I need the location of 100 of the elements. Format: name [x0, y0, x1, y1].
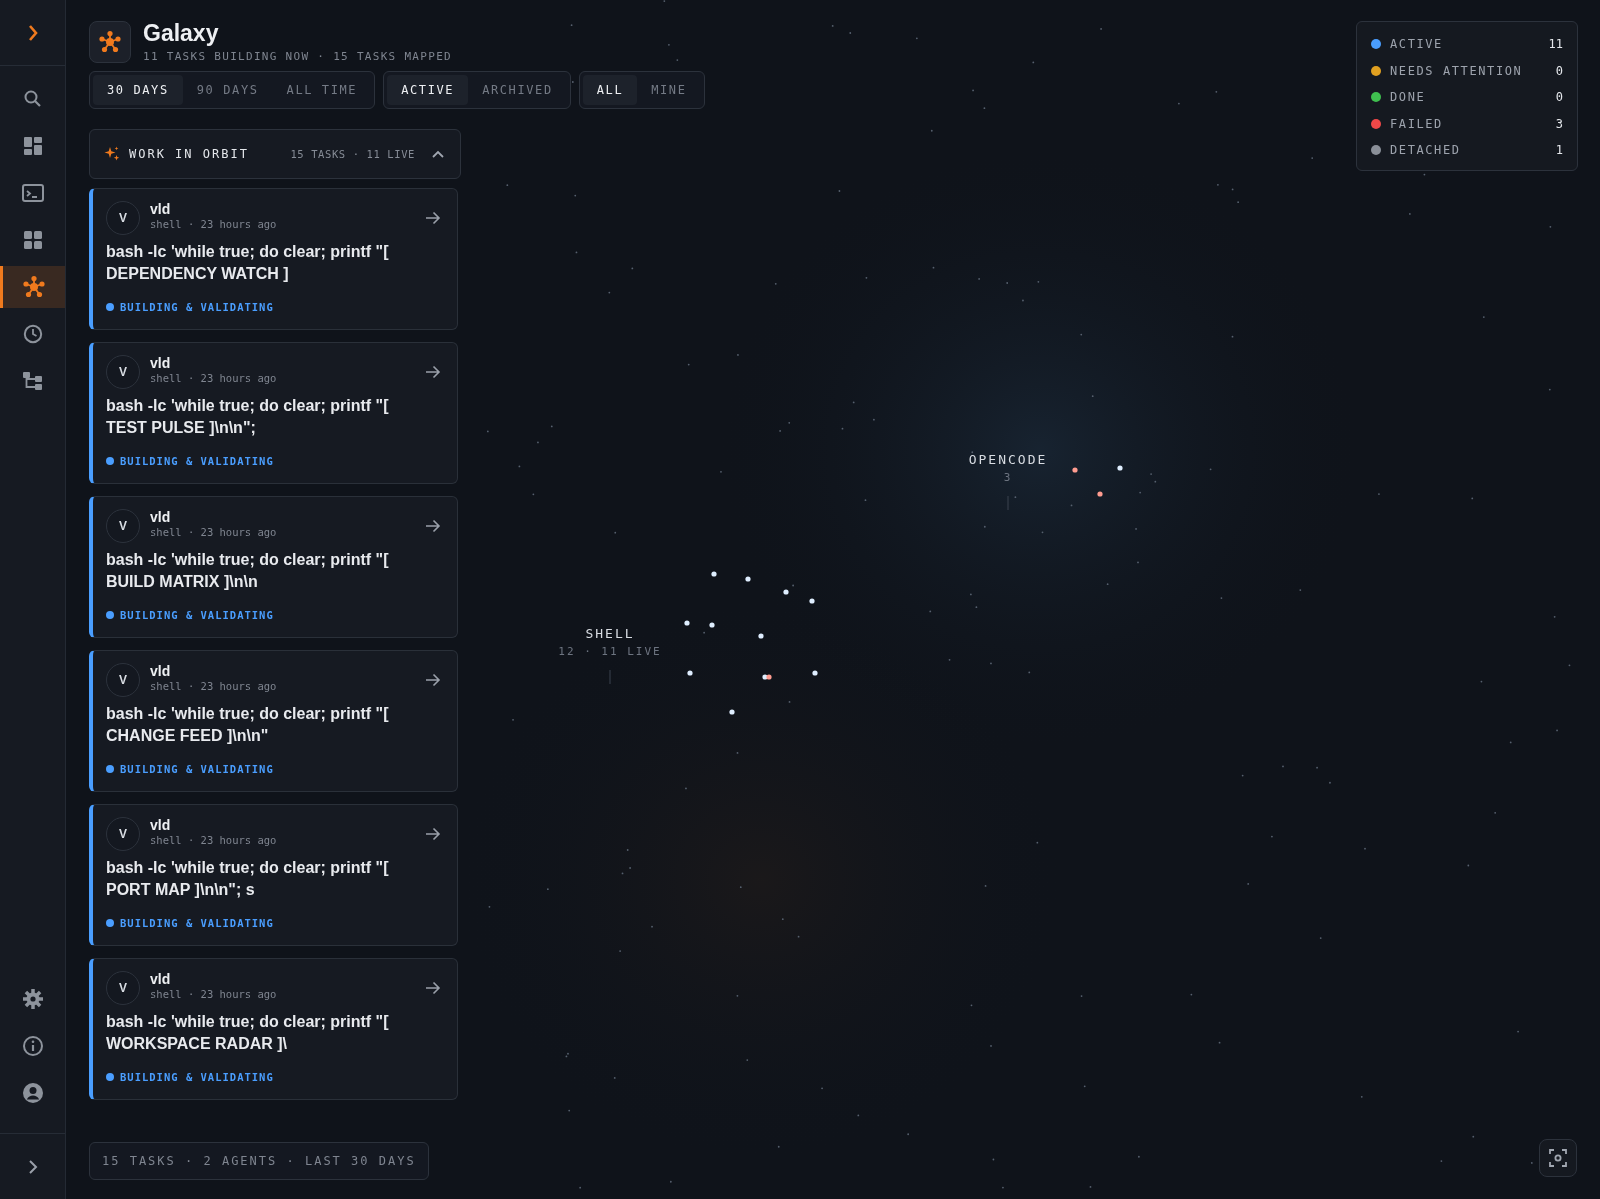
- status-label: BUILDING & VALIDATING: [120, 917, 274, 929]
- terminal-icon: [21, 183, 44, 203]
- status-label: BUILDING & VALIDATING: [120, 1071, 274, 1083]
- settings-icon: [21, 988, 44, 1010]
- task-command: bash -lc 'while true; do clear; printf "[ DEPENDENCY WATCH ]: [106, 242, 390, 284]
- status-dot: [106, 765, 114, 773]
- status-dot: [106, 611, 114, 619]
- task-command: bash -lc 'while true; do clear; printf "[ BUILD MATRIX ]\n\n: [106, 550, 390, 592]
- legend-count: 3: [1555, 116, 1563, 131]
- status-label: BUILDING & VALIDATING: [120, 609, 274, 621]
- sparkle-icon: [104, 146, 120, 162]
- summary-pill: 15 TASKS · 2 AGENTS · LAST 30 DAYS: [89, 1142, 429, 1180]
- cluster-name: SHELL: [585, 626, 635, 641]
- chevron-icon[interactable]: [432, 150, 444, 158]
- expand-icon[interactable]: [26, 23, 39, 42]
- tree-icon: [21, 371, 44, 391]
- task-node[interactable]: [1097, 491, 1103, 497]
- network-icon: [22, 275, 46, 299]
- status-label: BUILDING & VALIDATING: [120, 455, 274, 467]
- info-icon: [21, 1035, 44, 1057]
- user-name: vld: [150, 200, 172, 217]
- legend-count: 0: [1555, 63, 1563, 78]
- orbit-header[interactable]: WORK IN ORBIT 15 TASKS · 11 LIVE: [89, 129, 461, 179]
- task-meta: shell · 23 hours ago: [150, 833, 277, 846]
- legend-count: 0: [1555, 90, 1563, 105]
- arrow-icon[interactable]: [425, 365, 441, 379]
- cluster-caption: 3: [1003, 471, 1013, 484]
- task-node[interactable]: [758, 633, 764, 639]
- filter-tab[interactable]: MINE: [637, 75, 701, 105]
- task-node[interactable]: [729, 709, 735, 715]
- filter-tab[interactable]: ALL TIME: [272, 75, 372, 105]
- task-command: bash -lc 'while true; do clear; printf "[ WORKSPACE RADAR ]\: [106, 1012, 390, 1054]
- task-node[interactable]: [1117, 465, 1123, 471]
- galaxy-nav-item[interactable]: [0, 266, 65, 308]
- search-icon: [22, 89, 43, 109]
- legend-label: DETACHED: [1390, 143, 1461, 158]
- status-label: BUILDING & VALIDATING: [120, 301, 274, 313]
- task-node[interactable]: [684, 620, 690, 626]
- collapse-icon[interactable]: [27, 1158, 38, 1175]
- task-node[interactable]: [711, 571, 717, 577]
- status-dot: [106, 457, 114, 465]
- focus-icon: [1549, 1149, 1567, 1167]
- account-icon: [21, 1082, 44, 1104]
- section-summary: 15 TASKS · 11 LIVE: [290, 148, 415, 160]
- avatar: V: [106, 817, 140, 851]
- avatar: V: [106, 355, 140, 389]
- page-subtitle: 11 TASKS BUILDING NOW · 15 TASKS MAPPED: [143, 49, 452, 63]
- task-node[interactable]: [762, 674, 768, 680]
- arrow-icon[interactable]: [425, 673, 441, 687]
- task-node[interactable]: [687, 670, 693, 676]
- status-dot: [106, 919, 114, 927]
- task-node[interactable]: [766, 674, 772, 680]
- task-command: bash -lc 'while true; do clear; printf "[ CHANGE FEED ]\n\n": [106, 704, 390, 746]
- task-node[interactable]: [812, 670, 818, 676]
- task-card[interactable]: V vld shell · 23 hours ago bash -lc 'while true; do clear; printf "[ PORT MAP ]\n\n"; s BUILDING & VALIDATING: [89, 804, 458, 946]
- task-meta: shell · 23 hours ago: [150, 371, 277, 384]
- recenter-button[interactable]: [1539, 1139, 1577, 1177]
- arrow-icon[interactable]: [425, 981, 441, 995]
- task-command: bash -lc 'while true; do clear; printf "[ TEST PULSE ]\n\n";: [106, 396, 390, 438]
- status-label: BUILDING & VALIDATING: [120, 763, 274, 775]
- avatar: V: [106, 201, 140, 235]
- filter-tab[interactable]: 30 DAYS: [93, 75, 183, 105]
- cluster-caption: 12 · 11 LIVE: [558, 645, 662, 658]
- task-card[interactable]: V vld shell · 23 hours ago bash -lc 'while true; do clear; printf "[ WORKSPACE RADAR ]\ BUILDING & VALIDATING: [89, 958, 458, 1100]
- arrow-icon[interactable]: [425, 519, 441, 533]
- legend-label: DONE: [1390, 90, 1426, 105]
- legend-label: FAILED: [1390, 116, 1443, 131]
- user-name: vld: [150, 662, 172, 679]
- galaxy-logo-icon: [89, 21, 131, 63]
- filter-tab[interactable]: ALL: [582, 75, 638, 105]
- filter-tab[interactable]: 90 DAYS: [182, 75, 273, 105]
- cluster-name: OPENCODE: [968, 452, 1048, 467]
- user-name: vld: [150, 354, 172, 371]
- arrow-icon[interactable]: [425, 827, 441, 841]
- user-name: vld: [150, 970, 172, 987]
- filter-tab[interactable]: ACTIVE: [387, 75, 469, 105]
- user-name: vld: [150, 508, 172, 525]
- arrow-icon[interactable]: [425, 211, 441, 225]
- legend-count: 11: [1548, 37, 1563, 52]
- task-card[interactable]: V vld shell · 23 hours ago bash -lc 'while true; do clear; printf "[ BUILD MATRIX ]\n\n BUILDING & VALIDATING: [89, 496, 458, 638]
- legend-label: ACTIVE: [1390, 37, 1443, 52]
- avatar: V: [106, 663, 140, 697]
- legend-label: NEEDS ATTENTION: [1390, 63, 1523, 78]
- task-card[interactable]: V vld shell · 23 hours ago bash -lc 'while true; do clear; printf "[ TEST PULSE ]\n\n"; BUILDING & VALIDATING: [89, 342, 458, 484]
- task-node[interactable]: [783, 589, 789, 595]
- task-node[interactable]: [709, 622, 715, 628]
- task-node[interactable]: [745, 576, 751, 582]
- clock-icon: [22, 324, 43, 344]
- filter-tab[interactable]: ARCHIVED: [468, 75, 567, 105]
- task-meta: shell · 23 hours ago: [150, 525, 277, 538]
- task-card[interactable]: V vld shell · 23 hours ago bash -lc 'while true; do clear; printf "[ DEPENDENCY WATCH ] BUILDING & VALIDATING: [89, 188, 458, 330]
- task-meta: shell · 23 hours ago: [150, 987, 277, 1000]
- page-title: Galaxy: [143, 21, 220, 47]
- task-node[interactable]: [1072, 467, 1078, 473]
- task-card[interactable]: V vld shell · 23 hours ago bash -lc 'while true; do clear; printf "[ CHANGE FEED ]\n\n" BUILDING & VALIDATING: [89, 650, 458, 792]
- task-node[interactable]: [809, 598, 815, 604]
- user-name: vld: [150, 816, 172, 833]
- section-title: WORK IN ORBIT: [129, 147, 249, 161]
- status-dot: [106, 1073, 114, 1081]
- dashboard-icon: [22, 136, 43, 156]
